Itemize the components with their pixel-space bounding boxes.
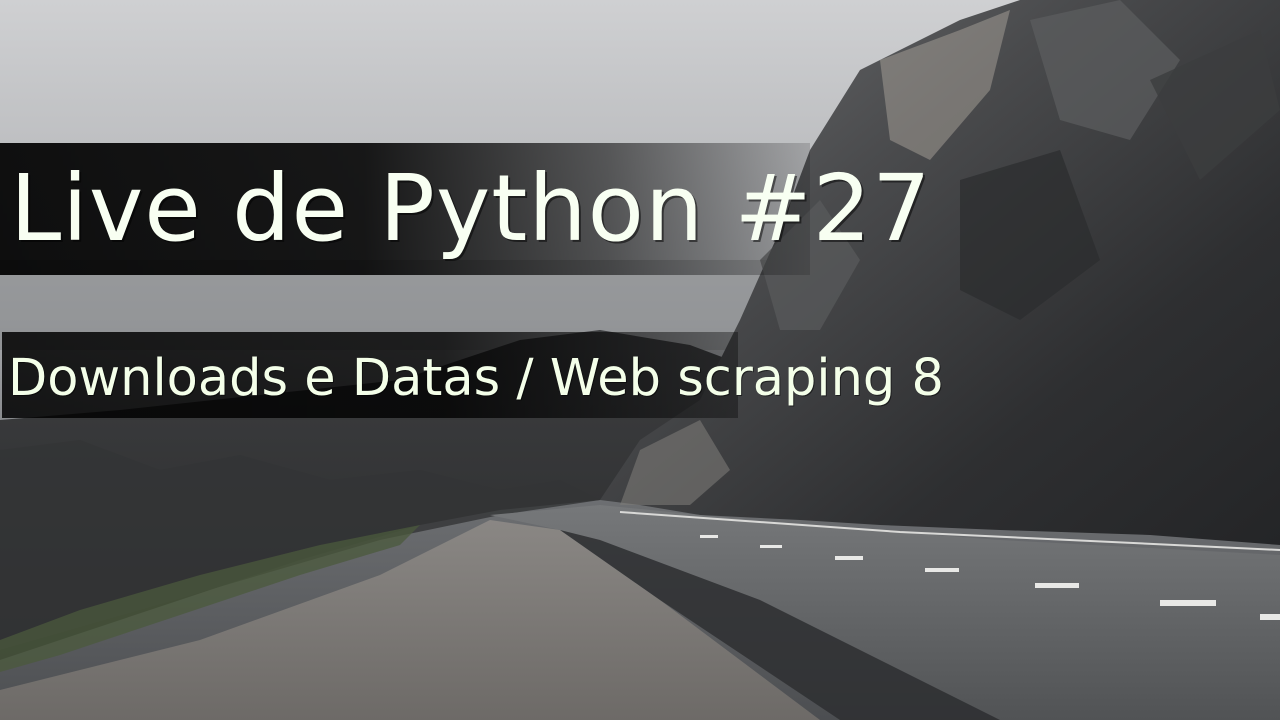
thumbnail: Live de Python #27 Downloads e Datas / W… xyxy=(0,0,1280,720)
video-subtitle: Downloads e Datas / Web scraping 8 xyxy=(8,349,944,408)
video-title: Live de Python #27 xyxy=(10,155,932,262)
